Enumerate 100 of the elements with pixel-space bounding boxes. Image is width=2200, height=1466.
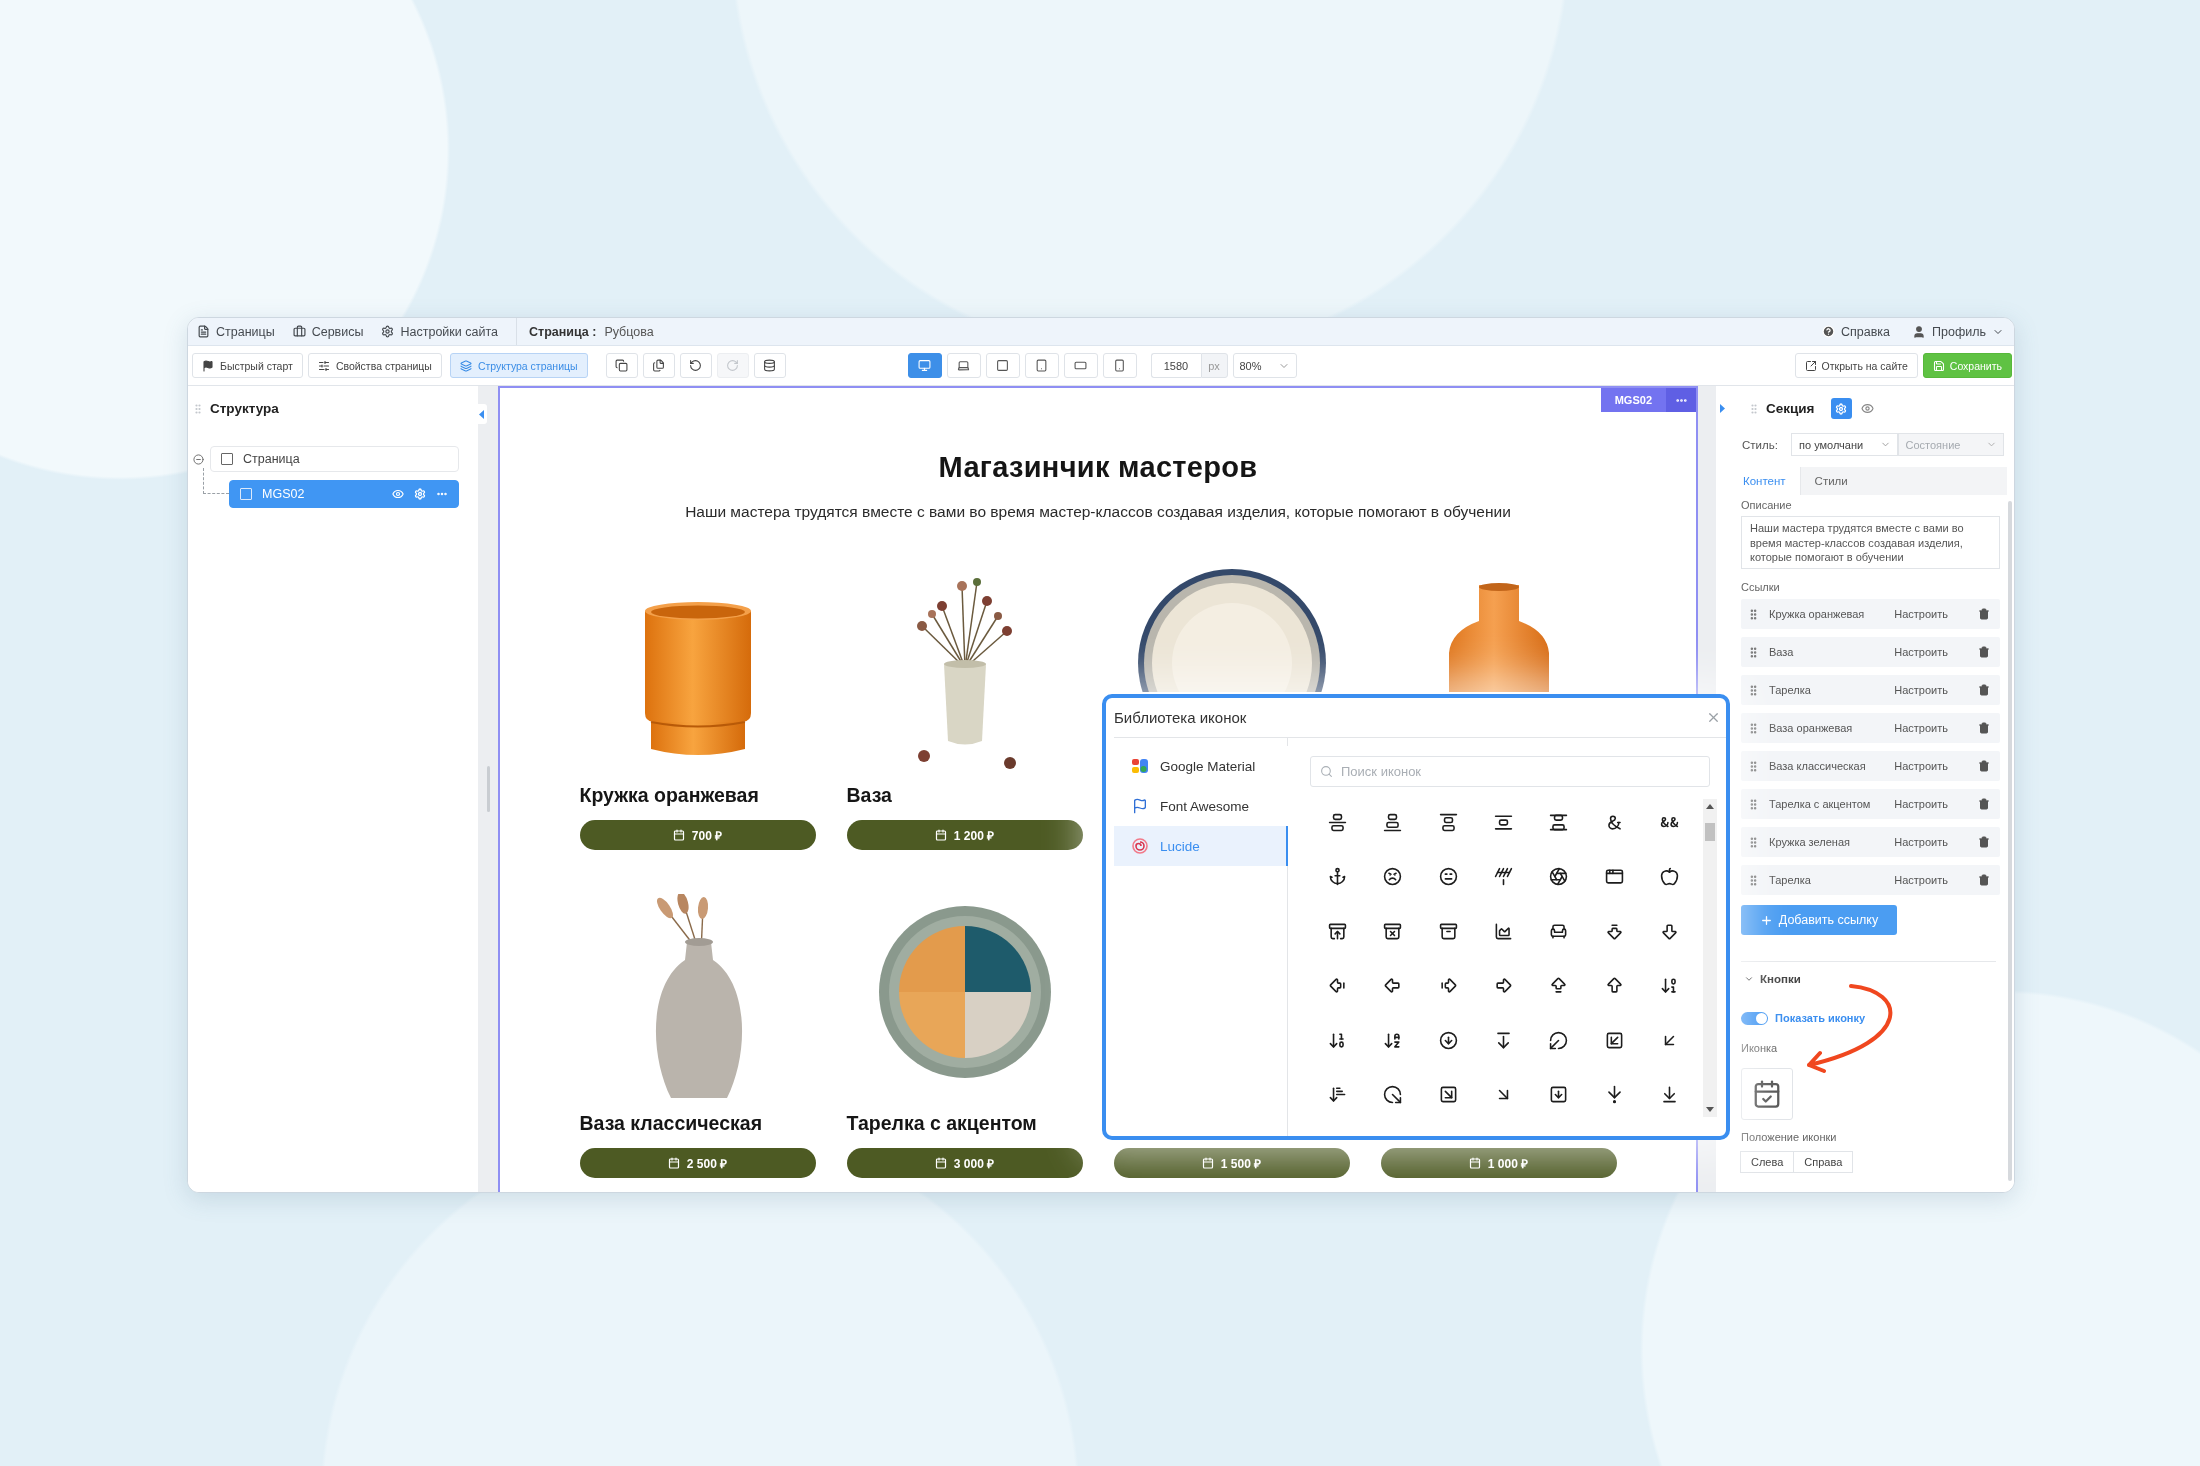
area-chart-icon[interactable]	[1494, 921, 1514, 941]
trash-icon[interactable]	[1978, 608, 1990, 620]
armchair-icon[interactable]	[1549, 921, 1569, 941]
undo-button[interactable]	[679, 353, 712, 378]
arrow-down-icon[interactable]	[1659, 921, 1679, 941]
sort-lines-icon[interactable]	[1328, 1085, 1348, 1105]
space-between-icon[interactable]	[1549, 812, 1569, 832]
settings-icon[interactable]	[414, 488, 426, 500]
configure-link[interactable]: Настроить	[1894, 836, 1948, 848]
menu-item[interactable]: Сервисы	[292, 324, 364, 339]
phone-view-button[interactable]	[1102, 353, 1137, 378]
arrow-down-dash-icon[interactable]	[1604, 921, 1624, 941]
arrow-left-dash-icon[interactable]	[1328, 976, 1348, 996]
anchor-icon[interactable]	[1328, 867, 1348, 887]
menu-item[interactable]: Настройки сайта	[381, 324, 498, 339]
menu-item[interactable]: Страницы	[197, 324, 275, 339]
segment-button[interactable]: Слева	[1740, 1151, 1795, 1173]
align-bottom-icon[interactable]	[1383, 812, 1403, 832]
annoyed-face-icon[interactable]	[1438, 867, 1458, 887]
tree-item[interactable]: Страница	[210, 446, 459, 472]
circle-arrow-down-icon[interactable]	[1438, 1030, 1458, 1050]
price-button[interactable]: 2 500 ₽	[579, 1148, 816, 1178]
configure-link[interactable]: Настроить	[1894, 608, 1948, 620]
checkbox[interactable]	[221, 453, 233, 465]
drag-handle-icon[interactable]	[1748, 402, 1760, 415]
circle-arrow-out-left-icon[interactable]	[1549, 1030, 1569, 1050]
profile-menu[interactable]: Профиль	[1912, 324, 2004, 339]
align-center-icon[interactable]	[1328, 812, 1348, 832]
price-button[interactable]: 1 000 ₽	[1380, 1148, 1617, 1178]
tab[interactable]: Стили	[1800, 467, 1863, 495]
section-toggle[interactable]: Кнопки	[1741, 971, 1801, 987]
configure-link[interactable]: Настроить	[1894, 798, 1948, 810]
price-button[interactable]: 700 ₽	[579, 820, 816, 850]
circle-arrow-out-right-icon[interactable]	[1383, 1085, 1403, 1105]
archive-icon[interactable]	[1438, 921, 1458, 941]
toolbar-button[interactable]: Свойства страницы	[307, 353, 442, 378]
settings-button[interactable]	[1830, 398, 1852, 419]
configure-link[interactable]: Настроить	[1894, 760, 1948, 772]
copy-button[interactable]	[605, 353, 638, 378]
search-field[interactable]: Поиск иконок	[1310, 756, 1710, 787]
square-arrow-down-icon[interactable]	[1549, 1085, 1569, 1105]
arrow-left-icon[interactable]	[1383, 976, 1403, 996]
square-arrow-down-right-icon[interactable]	[1438, 1085, 1458, 1105]
tablet-view-button[interactable]	[1024, 353, 1059, 378]
database-button[interactable]	[753, 353, 786, 378]
price-button[interactable]: 3 000 ₽	[846, 1148, 1083, 1178]
trash-icon[interactable]	[1978, 798, 1990, 810]
scroll-down-arrow-icon[interactable]	[1706, 1107, 1715, 1112]
price-button[interactable]: 1 500 ₽	[1113, 1148, 1350, 1178]
toggle-switch[interactable]	[1741, 1011, 1768, 1025]
paste-button[interactable]	[642, 353, 675, 378]
zoom-select[interactable]: 80%	[1232, 353, 1297, 378]
archive-x-icon[interactable]	[1383, 921, 1403, 941]
width-field[interactable]: 1580	[1150, 353, 1201, 378]
description-field[interactable]: Наши мастера трудятся вместе с вами во время мастер-классов создавая изделия, которые помогают в обучении	[1741, 516, 2000, 569]
segment-button[interactable]: Справа	[1793, 1151, 1854, 1173]
scroll-up-arrow-icon[interactable]	[1706, 804, 1715, 809]
eye-icon[interactable]	[392, 488, 404, 500]
antenna-icon[interactable]	[1494, 867, 1514, 887]
arrow-up-dash-icon[interactable]	[1549, 976, 1569, 996]
aperture-icon[interactable]	[1549, 867, 1569, 887]
phone-landscape-button[interactable]	[1063, 353, 1098, 378]
caret-right-icon[interactable]	[1720, 404, 1725, 413]
configure-link[interactable]: Настроить	[1894, 684, 1948, 696]
desktop-view-button[interactable]	[907, 353, 942, 378]
configure-link[interactable]: Настроить	[1894, 874, 1948, 886]
sort-numeric-icon[interactable]	[1659, 976, 1679, 996]
open-site-button[interactable]: Открыть на сайте	[1794, 353, 1918, 378]
collapse-tab[interactable]	[475, 404, 487, 424]
toolbar-button[interactable]: Быстрый старт	[192, 353, 303, 378]
archive-arrow-up-icon[interactable]	[1328, 921, 1348, 941]
window-icon[interactable]	[1604, 867, 1624, 887]
trash-icon[interactable]	[1978, 722, 1990, 734]
arrow-right-dash-icon[interactable]	[1438, 976, 1458, 996]
scrollbar-thumb[interactable]	[2008, 501, 2012, 1181]
resize-handle[interactable]	[486, 766, 490, 812]
more-button[interactable]	[1666, 388, 1696, 412]
trash-icon[interactable]	[1978, 760, 1990, 772]
laptop-view-button[interactable]	[946, 353, 981, 378]
drag-handle-icon[interactable]	[192, 402, 204, 415]
trash-icon[interactable]	[1978, 646, 1990, 658]
trash-icon[interactable]	[1978, 836, 1990, 848]
icon-preview[interactable]	[1741, 1068, 1793, 1120]
scrollbar-thumb[interactable]	[1705, 823, 1716, 841]
expand-toggle[interactable]	[193, 453, 204, 465]
configure-link[interactable]: Настроить	[1894, 646, 1948, 658]
tablet-landscape-button[interactable]	[985, 353, 1020, 378]
align-top-icon[interactable]	[1438, 812, 1458, 832]
style-select[interactable]: по умолчани	[1791, 433, 1898, 456]
arrow-up-icon[interactable]	[1604, 976, 1624, 996]
apple-icon[interactable]	[1659, 867, 1679, 887]
price-button[interactable]: 1 200 ₽	[846, 820, 1083, 850]
help-link[interactable]: Справка	[1822, 324, 1891, 339]
trash-icon[interactable]	[1978, 874, 1990, 886]
space-around-icon[interactable]	[1494, 812, 1514, 832]
square-arrow-down-left-icon[interactable]	[1604, 1030, 1624, 1050]
sort-alpha-icon[interactable]	[1383, 1030, 1403, 1050]
angry-face-icon[interactable]	[1383, 867, 1403, 887]
eye-icon[interactable]	[1860, 402, 1874, 415]
configure-link[interactable]: Настроить	[1894, 722, 1948, 734]
